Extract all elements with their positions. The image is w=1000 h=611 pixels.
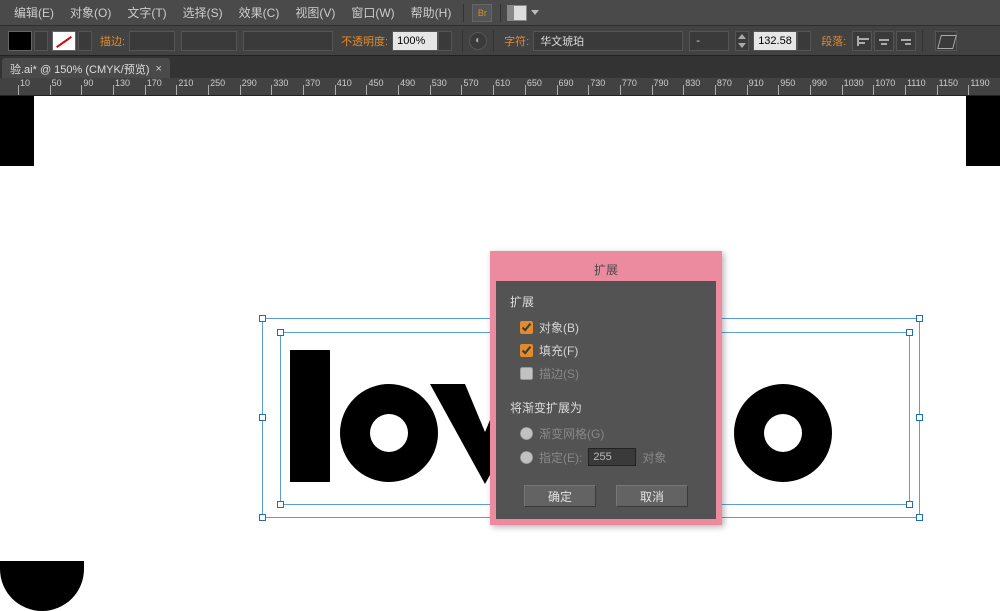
options-separator	[462, 30, 463, 52]
selection-handle[interactable]	[916, 514, 923, 521]
gradient-mesh-label: 渐变网格(G)	[539, 425, 604, 442]
stroke-swatch[interactable]	[52, 31, 76, 51]
font-family-value: 华文琥珀	[540, 33, 584, 49]
expand-object-label: 对象(B)	[539, 319, 579, 336]
font-size-field[interactable]: 132.58	[753, 31, 797, 51]
bridge-icon[interactable]: Br	[472, 4, 492, 22]
specify-row: 指定(E): 对象	[510, 445, 702, 469]
font-size-stepper[interactable]	[735, 31, 749, 51]
expand-fill-label: 填充(F)	[539, 342, 578, 359]
font-style-dropdown[interactable]: -	[689, 31, 729, 51]
menu-bar: 编辑(E) 对象(O) 文字(T) 选择(S) 效果(C) 视图(V) 窗口(W…	[0, 0, 1000, 26]
horizontal-ruler: 1050901301702102502903303704104504905305…	[0, 78, 1000, 96]
selection-handle[interactable]	[259, 315, 266, 322]
specify-input	[588, 448, 636, 466]
menu-separator	[500, 4, 501, 22]
selection-handle[interactable]	[906, 501, 913, 508]
options-bar: 描边: 不透明度: 100% ◐ 字符: 华文琥珀 - 132.58 段落:	[0, 26, 1000, 56]
gradient-group-title: 将渐变扩展为	[510, 399, 702, 416]
stroke-weight-dropdown[interactable]	[129, 31, 175, 51]
menu-view[interactable]: 视图(V)	[287, 4, 343, 21]
expand-fill-row[interactable]: 填充(F)	[510, 339, 702, 362]
stroke-profile-dropdown[interactable]	[181, 31, 237, 51]
selection-handle[interactable]	[916, 414, 923, 421]
dialog-title: 扩展	[496, 257, 716, 281]
opacity-field[interactable]: 100%	[392, 31, 438, 51]
menu-separator	[463, 4, 464, 22]
menu-edit[interactable]: 编辑(E)	[6, 4, 62, 21]
font-style-value: -	[696, 35, 700, 47]
font-size-dropdown[interactable]	[797, 31, 811, 51]
menu-help[interactable]: 帮助(H)	[403, 4, 460, 21]
fill-swatch[interactable]	[8, 31, 32, 51]
align-group	[852, 31, 916, 51]
stroke-dropdown[interactable]	[78, 31, 92, 51]
expand-stroke-row: 描边(S)	[510, 362, 702, 385]
ok-button[interactable]: 确定	[524, 485, 596, 507]
options-separator	[922, 30, 923, 52]
selection-handle[interactable]	[259, 514, 266, 521]
arrange-documents-icon[interactable]	[507, 5, 527, 21]
expand-object-row[interactable]: 对象(B)	[510, 316, 702, 339]
selection-handle[interactable]	[277, 501, 284, 508]
menu-effect[interactable]: 效果(C)	[231, 4, 288, 21]
cancel-button[interactable]: 取消	[616, 485, 688, 507]
selection-handle[interactable]	[259, 414, 266, 421]
document-tab[interactable]: 验.ai* @ 150% (CMYK/预览) ×	[2, 58, 170, 78]
expand-stroke-label: 描边(S)	[539, 365, 579, 382]
character-label: 字符:	[504, 33, 529, 49]
document-tab-title: 验.ai* @ 150% (CMYK/预览)	[10, 61, 150, 77]
canvas[interactable]: 扩展 扩展 对象(B) 填充(F) 描边(S) 将渐变扩展为 渐变网格(G)	[0, 96, 1000, 611]
gradient-mesh-row: 渐变网格(G)	[510, 422, 702, 445]
expand-group-title: 扩展	[510, 293, 702, 310]
align-center-button[interactable]	[874, 31, 894, 51]
glyph-u[interactable]	[0, 96, 84, 194]
selection-handle[interactable]	[916, 315, 923, 322]
specify-label: 指定(E):	[539, 449, 582, 466]
expand-dialog: 扩展 扩展 对象(B) 填充(F) 描边(S) 将渐变扩展为 渐变网格(G)	[490, 251, 722, 525]
options-separator	[493, 30, 494, 52]
font-family-dropdown[interactable]: 华文琥珀	[533, 31, 683, 51]
align-left-button[interactable]	[852, 31, 872, 51]
expand-fill-checkbox[interactable]	[520, 344, 533, 357]
recolor-icon[interactable]: ◐	[469, 32, 487, 50]
menu-object[interactable]: 对象(O)	[62, 4, 119, 21]
selection-handle[interactable]	[277, 329, 284, 336]
menu-select[interactable]: 选择(S)	[175, 4, 231, 21]
paragraph-label: 段落:	[815, 33, 852, 49]
transform-icon[interactable]	[935, 31, 957, 51]
stepper-icon	[738, 34, 746, 48]
menu-type[interactable]: 文字(T)	[119, 4, 174, 21]
glyph-o1[interactable]	[340, 384, 438, 482]
chevron-down-icon[interactable]	[531, 10, 539, 15]
stroke-label: 描边:	[100, 33, 125, 49]
brush-dropdown[interactable]	[243, 31, 333, 51]
expand-stroke-checkbox	[520, 367, 533, 380]
align-right-button[interactable]	[896, 31, 916, 51]
specify-suffix: 对象	[642, 449, 666, 466]
specify-radio	[520, 451, 533, 464]
glyph-o2[interactable]	[734, 384, 832, 482]
menu-window[interactable]: 窗口(W)	[343, 4, 402, 21]
dialog-body: 扩展 对象(B) 填充(F) 描边(S) 将渐变扩展为 渐变网格(G) 指定	[496, 281, 716, 477]
fill-dropdown[interactable]	[34, 31, 48, 51]
selection-handle[interactable]	[906, 329, 913, 336]
glyph-l[interactable]	[290, 350, 330, 482]
expand-object-checkbox[interactable]	[520, 321, 533, 334]
close-icon[interactable]: ×	[156, 63, 162, 75]
dialog-buttons: 确定 取消	[496, 477, 716, 519]
opacity-dropdown[interactable]	[438, 31, 452, 51]
document-tab-bar: 验.ai* @ 150% (CMYK/预览) ×	[0, 56, 1000, 78]
opacity-label: 不透明度:	[341, 33, 388, 49]
gradient-mesh-radio	[520, 427, 533, 440]
